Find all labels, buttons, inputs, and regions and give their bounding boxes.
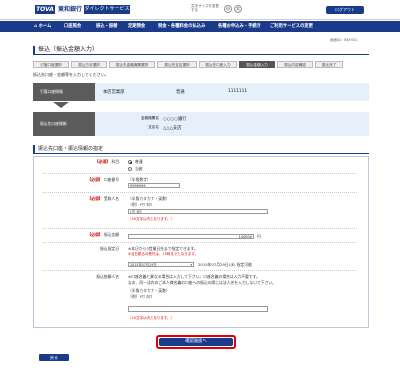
requester-label: 振込依頼人名 [96,274,119,279]
required-tag: 【必須】 [87,177,103,182]
nav-item-inquiry[interactable]: 口座照会 [64,21,81,32]
confirm-button[interactable]: 確認画面へ [156,335,236,349]
step-1: 引落口座選択 [33,61,69,68]
payee-account-panel: 振込先口座情報 金融機関名 ○○○○銀行 支店名 △△△支店 [33,112,369,136]
service-name: ダイレクトサービス [84,5,130,14]
payee-account-label: 振込先口座情報 [33,112,95,136]
form-row-date: 振込指定日 ※本日から3営業日先まで指定できます。 ※当日振込の受付は、15時ま… [43,245,357,271]
subject-option-checking: 当座 [135,166,143,171]
amount-unit: 円 [257,234,261,239]
withdrawal-account-panel: 引落口座情報 本店営業部 普通 1111111 [33,83,369,101]
date-label: 振込指定日 [100,246,119,251]
nav-item-applications[interactable]: 各種お申込み・手続き [218,21,261,32]
subject-label: 【必須】 科目 [43,159,119,165]
date-select-value: 2015年07月29日 [130,263,157,267]
screen-id: 画面ID：BKF002 [330,38,358,42]
required-tag: 【必須】 [87,232,103,237]
confirm-button-label: 確認画面へ [159,338,233,346]
step-6-current: 振込金額入力 [239,61,275,68]
amount-label: 【必須】 振込金額 [43,232,119,238]
withdrawal-type: 普通 [176,90,185,95]
form-row-amount: 【必須】 振込金額 100000 円 [43,231,357,243]
step-8: 振込完了 [315,61,343,68]
payee-name-input[interactable]: ﾄｳﾜ ﾀﾛｳ [128,209,268,214]
section-header: 振込先口座・振込情報の指定 [33,144,369,154]
nav-item-home-label: ホーム [38,24,52,29]
amount-label-text: 振込金額 [103,232,119,237]
step-5: 振込先口座入力 [199,61,237,68]
arrow-down-icon [53,102,69,108]
page-title: 振込（振込金額入力） [33,45,369,55]
step-4: 振込先支店選択 [157,61,197,68]
subject-option-ordinary: 普通 [135,159,143,164]
logout-button[interactable]: ログアウト [326,6,364,14]
nav-item-tax-payment[interactable]: 税金・各種料金の払込み [158,21,205,32]
top-header: TOVA 東和銀行 ダイレクトサービス 文字サイズを変更する 小 大 ログアウト [0,0,400,20]
nav-item-time-deposit[interactable]: 定期預金 [128,21,145,32]
step-3: 振込先金融機関選択 [109,61,155,68]
payee-bank-label: 金融機関名 [141,116,159,120]
chevron-down-icon: ▾ [190,263,192,267]
withdrawal-branch: 本店営業部 [103,90,125,95]
date-available-text: 2015年07月29日(水) 指定可能 [198,262,252,267]
form-row-subject: 【必須】 科目 普通 当座 [43,158,357,174]
step-7: 振込内容確認 [277,61,313,68]
requester-limit: （20文字以内となります。） [128,316,174,320]
payee-name-limit: （30文字以内となります。） [128,217,174,221]
main-nav: ⌂ ホーム 口座照会 振込・振替 定期預金 税金・各種料金の払込み 各種お申込み… [0,21,400,32]
payee-branch-label: 支店名 [148,125,159,129]
step-2: 振込方法選択 [71,61,107,68]
required-tag: 【必須】 [87,196,103,201]
withdrawal-account-label: 引落口座情報 [33,83,95,101]
font-size-large-button[interactable]: 大 [234,5,242,13]
home-icon: ⌂ [34,24,38,29]
nav-item-home[interactable]: ⌂ ホーム [34,21,51,32]
section-accent-bar [33,145,35,153]
requester-note-2: なお、同一法内のご本人様名義の口座への振込の際には法人名を入力しないで下さい。 [128,280,276,285]
subject-radio-checking[interactable] [128,167,132,171]
form-row-account-number: 【必須】 口座番号 （半角数字） 9999999 [43,176,357,193]
payee-name-label-text: 受取人名 [103,196,119,201]
form-row-requester: 振込依頼人名 ※口座名義と異なる場合は入力して下さい。口座名義の場合は入力不要で… [43,273,357,325]
nav-item-transfer[interactable]: 振込・振替 [96,21,117,32]
payee-bank-value: ○○○○銀行 [163,117,187,122]
date-note-2: ※当日振込の受付は、15時までとなります。 [128,252,198,256]
instruction-text: 振込先口座・金額等を入力してください。 [33,72,109,77]
account-number-label-text: 口座番号 [103,177,119,182]
amount-input[interactable]: 100000 [128,234,254,239]
back-button[interactable]: 戻る [39,354,69,361]
subject-label-text: 科目 [111,159,119,164]
bank-name: 東和銀行 [58,6,83,13]
subject-radio-ordinary[interactable] [128,160,132,164]
section-title: 振込先口座・振込情報の指定 [38,146,104,152]
bank-logo: TOVA [35,5,55,14]
required-tag: 【必須】 [95,159,111,164]
payee-name-label: 【必須】 受取人名 [43,196,119,202]
font-size-label: 文字サイズを変更する [191,4,219,12]
account-number-input[interactable]: 9999999 [128,183,180,188]
date-select[interactable]: 2015年07月29日 ▾ [128,262,194,267]
payee-name-example: （例）ﾄｳﾜ ﾀﾛｳ [128,202,152,207]
title-accent-bar [33,46,35,54]
payee-branch-value: △△△支店 [163,126,182,131]
nav-item-service-change[interactable]: ご利用サービスの変更 [270,21,313,32]
form-row-payee-name: 【必須】 受取人名 （半角カタカナ・英数） （例）ﾄｳﾜ ﾀﾛｳ ﾄｳﾜ ﾀﾛｳ… [43,195,357,229]
requester-example: （例）ﾄｳﾜ ﾀﾛｳ [128,294,152,299]
requester-input[interactable] [128,306,268,312]
font-size-small-button[interactable]: 小 [224,5,232,13]
withdrawal-number: 1111111 [228,89,248,94]
account-number-label: 【必須】 口座番号 [43,177,119,183]
page-title-text: 振込（振込金額入力） [38,46,99,53]
